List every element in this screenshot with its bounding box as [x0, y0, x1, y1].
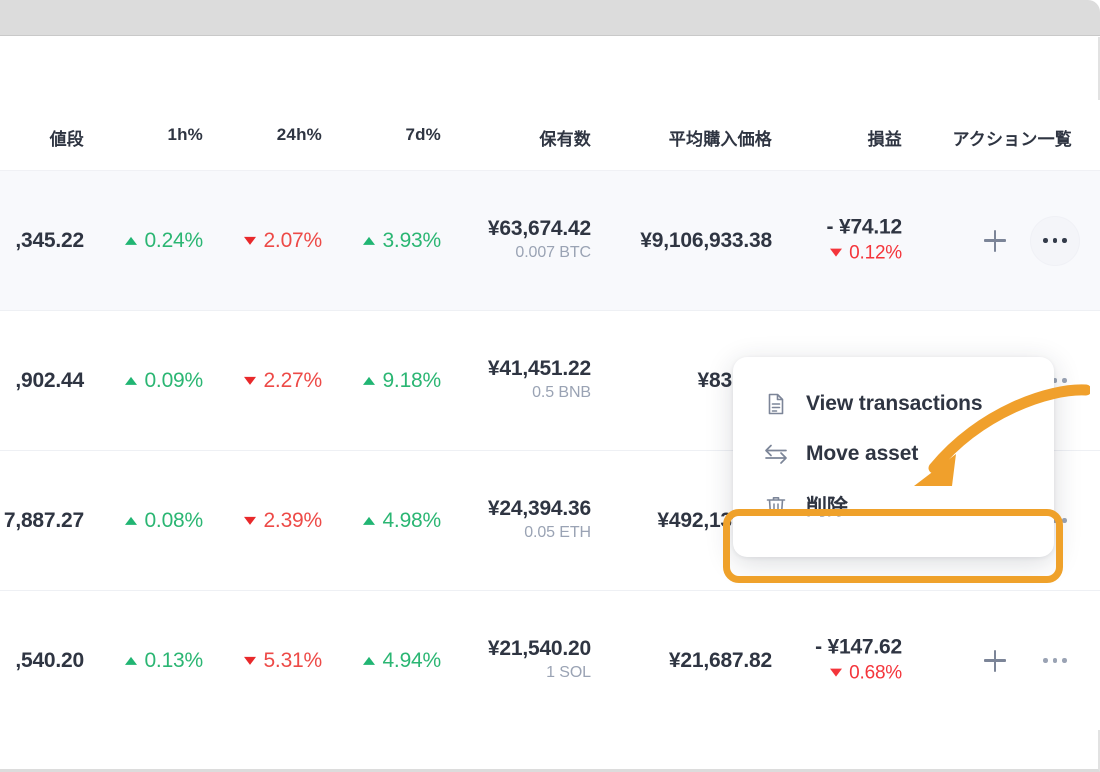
cell-price: ,540.20	[15, 648, 84, 672]
profit-loss-amount: - ¥74.12	[826, 215, 903, 239]
caret-up-icon	[363, 236, 376, 245]
row-actions	[970, 636, 1080, 686]
caret-up-icon	[125, 656, 138, 665]
caret-down-icon	[830, 669, 843, 678]
column-header-1h[interactable]: 1h%	[167, 125, 203, 145]
caret-up-icon	[125, 376, 138, 385]
row-actions	[970, 215, 1080, 266]
cell-24h-change: 2.39%	[244, 508, 322, 532]
caret-down-icon	[244, 656, 257, 665]
page-canvas: 値段 1h% 24h% 7d% 保有数 平均購入価格 損益 アクション一覧 ,3…	[0, 37, 1100, 772]
plus-icon	[984, 649, 1006, 672]
holdings-coin: 1 SOL	[546, 663, 591, 681]
app-window: 値段 1h% 24h% 7d% 保有数 平均購入価格 損益 アクション一覧 ,3…	[0, 0, 1100, 772]
change-value: 0.24%	[144, 228, 203, 252]
browser-chrome-bar	[0, 0, 1100, 36]
cell-holdings: ¥63,674.42 0.007 BTC	[488, 216, 591, 264]
cell-average-buy-price: ¥21,687.82	[668, 648, 772, 672]
add-transaction-button[interactable]	[970, 636, 1020, 686]
caret-down-icon	[244, 516, 257, 525]
caret-down-icon	[244, 236, 257, 245]
add-transaction-button[interactable]	[970, 216, 1020, 266]
cell-7d-change: 3.93%	[363, 228, 441, 252]
holdings-fiat: ¥41,451.22	[487, 356, 591, 380]
caret-up-icon	[363, 656, 376, 665]
cell-holdings: ¥21,540.20 1 SOL	[488, 636, 591, 684]
menu-item-label: Move asset	[806, 442, 919, 465]
column-header-holdings[interactable]: 保有数	[539, 125, 591, 150]
change-value: 2.27%	[263, 368, 322, 392]
cell-7d-change: 4.94%	[363, 648, 441, 672]
cell-24h-change: 2.27%	[244, 368, 322, 392]
column-header-price[interactable]: 値段	[50, 125, 84, 150]
caret-up-icon	[363, 376, 376, 385]
menu-item-move-asset[interactable]: Move asset	[733, 429, 1054, 479]
trash-icon	[763, 493, 789, 519]
more-actions-button[interactable]	[1030, 215, 1080, 266]
change-value: 2.07%	[263, 228, 322, 252]
caret-up-icon	[363, 516, 376, 525]
action-dropdown-menu: View transactions Move asset 削除	[733, 357, 1054, 557]
caret-down-icon	[244, 376, 257, 385]
table-row[interactable]: ,345.22 0.24% 2.07% 3.93% ¥63,674.42 0.0…	[0, 170, 1100, 310]
profit-loss-percent: 0.68%	[849, 662, 902, 684]
cell-24h-change: 2.07%	[244, 228, 322, 252]
ellipsis-icon	[1043, 658, 1067, 663]
cell-1h-change: 0.24%	[125, 228, 203, 252]
change-value: 0.08%	[144, 508, 203, 532]
caret-up-icon	[125, 516, 138, 525]
column-header-24h[interactable]: 24h%	[277, 125, 322, 145]
change-value: 9.18%	[382, 368, 441, 392]
change-value: 0.09%	[144, 368, 203, 392]
column-header-7d[interactable]: 7d%	[405, 125, 441, 145]
change-value: 2.39%	[263, 508, 322, 532]
cell-price: 7,887.27	[3, 508, 84, 532]
column-header-avg-buy[interactable]: 平均購入価格	[669, 125, 772, 150]
plus-icon	[984, 229, 1006, 252]
menu-item-label: View transactions	[806, 392, 983, 415]
cell-holdings: ¥24,394.36 0.05 ETH	[488, 496, 591, 544]
cell-holdings: ¥41,451.22 0.5 BNB	[488, 356, 591, 404]
holdings-coin: 0.007 BTC	[515, 243, 591, 261]
cell-profit-loss: - ¥74.12 0.12%	[826, 214, 903, 267]
cell-7d-change: 4.98%	[363, 508, 441, 532]
change-value: 4.94%	[382, 648, 441, 672]
document-icon	[763, 391, 789, 417]
change-value: 3.93%	[382, 228, 441, 252]
change-value: 4.98%	[382, 508, 441, 532]
change-value: 5.31%	[263, 648, 322, 672]
column-header-actions: アクション一覧	[952, 130, 1072, 149]
cell-24h-change: 5.31%	[244, 648, 322, 672]
holdings-coin: 0.05 ETH	[524, 523, 591, 541]
caret-up-icon	[125, 236, 138, 245]
column-header-profit-loss[interactable]: 損益	[868, 125, 902, 150]
holdings-fiat: ¥24,394.36	[487, 496, 591, 520]
cell-average-buy-price: ¥9,106,933.38	[640, 228, 772, 252]
holdings-fiat: ¥63,674.42	[487, 216, 591, 240]
cell-profit-loss: - ¥147.62 0.68%	[815, 634, 902, 687]
menu-item-label: 削除	[806, 496, 848, 519]
change-value: 0.13%	[144, 648, 203, 672]
cell-1h-change: 0.13%	[125, 648, 203, 672]
holdings-fiat: ¥21,540.20	[487, 636, 591, 660]
cell-1h-change: 0.09%	[125, 368, 203, 392]
profit-loss-percent: 0.12%	[849, 242, 902, 264]
cell-price: ,902.44	[15, 368, 84, 392]
table-header-row: 値段 1h% 24h% 7d% 保有数 平均購入価格 損益 アクション一覧	[0, 100, 1100, 170]
profit-loss-amount: - ¥147.62	[815, 635, 902, 659]
menu-item-view-transactions[interactable]: View transactions	[733, 379, 1054, 429]
table-row[interactable]: ,540.20 0.13% 5.31% 4.94% ¥21,540.20 1 S…	[0, 590, 1100, 730]
cell-price: ,345.22	[15, 228, 84, 252]
more-actions-button[interactable]	[1030, 636, 1080, 686]
cell-7d-change: 9.18%	[363, 368, 441, 392]
ellipsis-icon	[1043, 238, 1067, 243]
swap-arrows-icon	[763, 441, 789, 467]
menu-item-delete[interactable]: 削除	[733, 479, 1054, 533]
caret-down-icon	[830, 249, 843, 258]
holdings-coin: 0.5 BNB	[532, 383, 591, 401]
cell-1h-change: 0.08%	[125, 508, 203, 532]
